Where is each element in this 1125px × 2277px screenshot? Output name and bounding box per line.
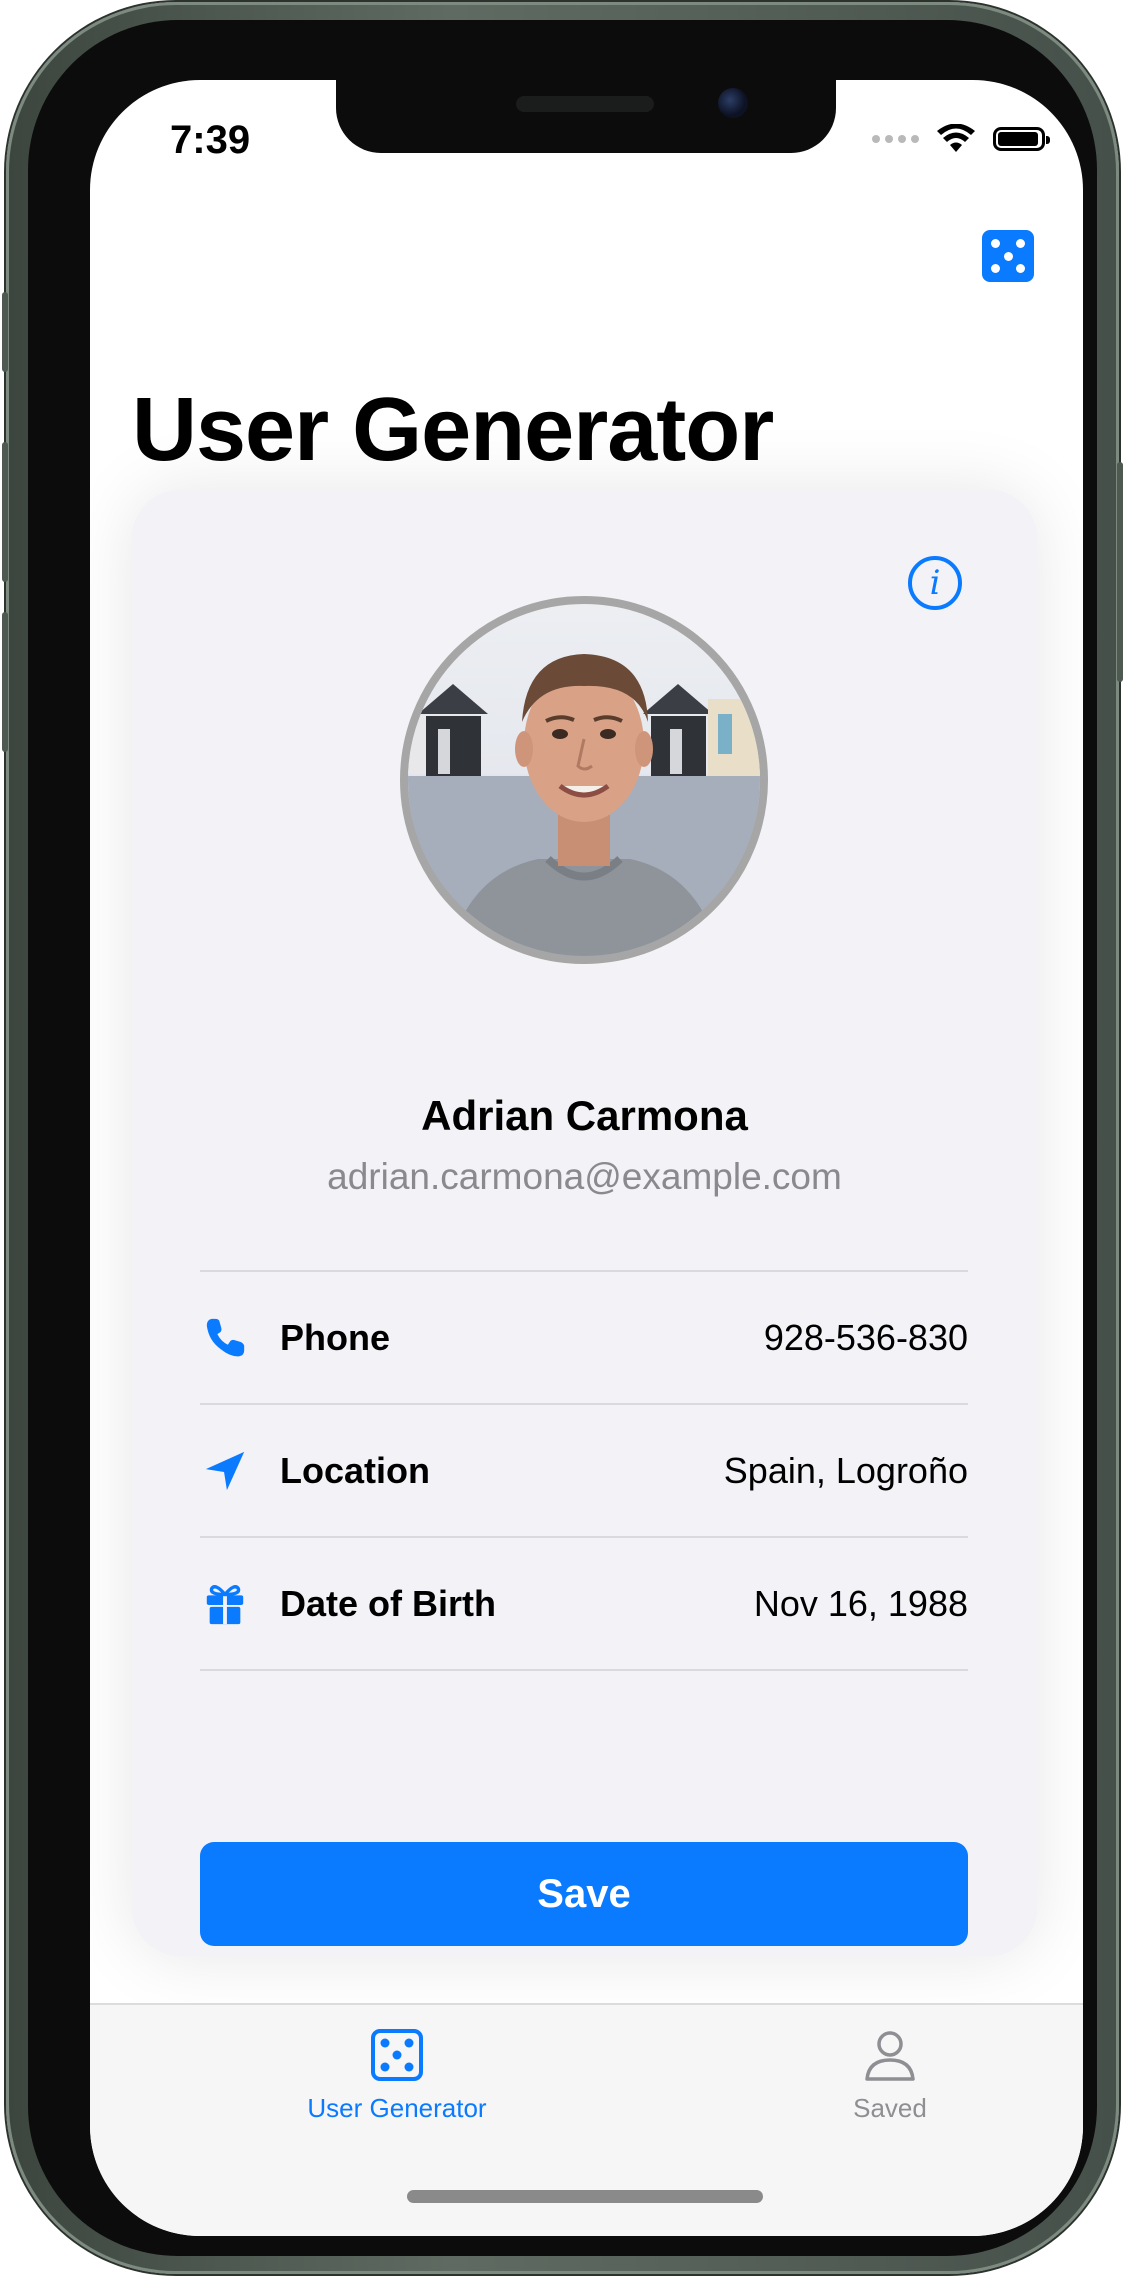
wifi-icon [937, 124, 975, 152]
home-indicator[interactable] [407, 2190, 763, 2203]
randomize-dice-button[interactable] [982, 230, 1034, 282]
bezel: 7:39 User Generator i Adrian Carmona adr… [28, 20, 1097, 2256]
volume-down-button [2, 612, 8, 752]
detail-row-birth-date: Date of Birth Nov 16, 1988 [200, 1536, 968, 1671]
location-label: Location [280, 1449, 430, 1491]
birth-date-value: Nov 16, 1988 [753, 1582, 968, 1624]
tab-saved[interactable]: Saved [740, 2027, 1040, 2124]
info-icon[interactable]: i [908, 556, 962, 610]
save-button[interactable]: Save [200, 1842, 968, 1946]
signal-icon [872, 135, 919, 143]
phone-label: Phone [280, 1316, 391, 1358]
phone-icon [206, 1318, 245, 1356]
tab-label-user-generator: User Generator [307, 2093, 487, 2123]
user-details-list: Phone 928-536-830 Location Spain, Logroñ… [200, 1270, 968, 1671]
user-email[interactable]: adrian.carmona@example.com [132, 1156, 1037, 1198]
tab-user-generator[interactable]: User Generator [247, 2027, 547, 2124]
user-name: Adrian Carmona [421, 1092, 748, 1139]
earpiece-speaker [516, 96, 654, 112]
tab-label-saved: Saved [853, 2093, 927, 2123]
phone-value[interactable]: 928-536-830 [764, 1317, 968, 1359]
info-glyph: i [929, 563, 941, 603]
user-card: i Adrian Carmona adrian.carmona@example.… [132, 490, 1037, 1956]
dice-icon [371, 2029, 423, 2081]
avatar [400, 596, 768, 964]
gift-icon [206, 1584, 244, 1624]
user-photo [408, 654, 760, 956]
birth-date-label: Date of Birth [280, 1582, 496, 1624]
detail-row-phone: Phone 928-536-830 [200, 1270, 968, 1403]
power-button [1117, 462, 1123, 682]
location-value: Spain, Logroño [723, 1449, 968, 1491]
status-time: 7:39 [170, 118, 251, 162]
front-camera [718, 88, 748, 118]
device-frame: 7:39 User Generator i Adrian Carmona adr… [2, 2, 1123, 2274]
person-icon [865, 2031, 915, 2081]
battery-icon [993, 127, 1050, 151]
location-arrow-icon [205, 1451, 245, 1490]
volume-up-button [2, 442, 8, 582]
page-title: User Generator [132, 380, 774, 480]
screen: 7:39 User Generator i Adrian Carmona adr… [90, 80, 1083, 2236]
notch [336, 80, 836, 153]
detail-row-location: Location Spain, Logroño [200, 1403, 968, 1536]
mute-switch [2, 292, 8, 372]
status-icons [872, 124, 1050, 154]
